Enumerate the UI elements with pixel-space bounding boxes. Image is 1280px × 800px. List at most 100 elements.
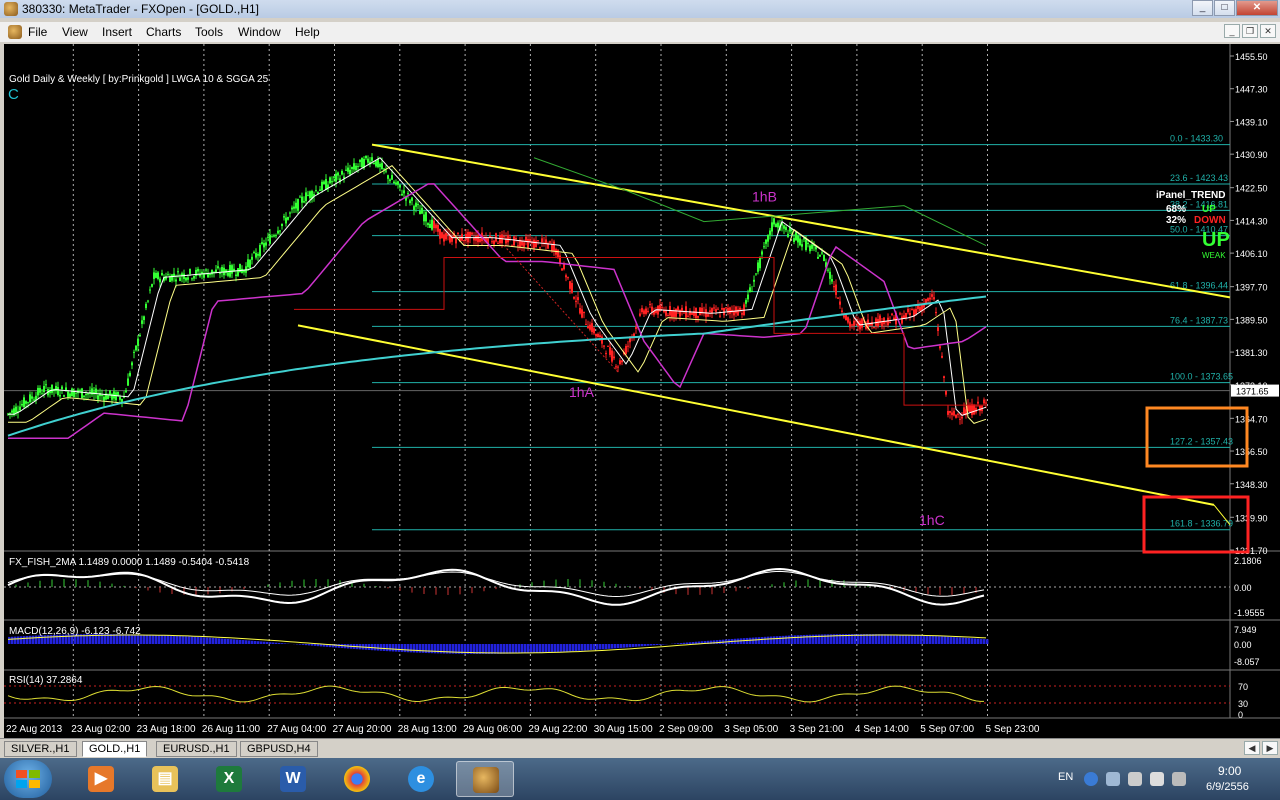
language-indicator[interactable]: EN: [1058, 771, 1073, 783]
tab-scroll-right-icon[interactable]: ▶: [1262, 741, 1278, 755]
macd-histogram-bar: [767, 636, 770, 644]
clock-time[interactable]: 9:00: [1218, 764, 1241, 778]
candle-body: [957, 413, 959, 415]
menu-view[interactable]: View: [62, 25, 88, 39]
candle-body: [295, 202, 297, 209]
chart-window[interactable]: 22 Aug 2013 23 Aug 02:00 23 Aug 18:00 26 Au…: [4, 44, 1280, 738]
candle-body: [69, 393, 71, 398]
candle-body: [197, 268, 199, 272]
child-minimize-button[interactable]: _: [1224, 24, 1240, 38]
tab-silver[interactable]: SILVER.,H1: [4, 741, 77, 757]
tab-eurusd[interactable]: EURUSD.,H1: [156, 741, 237, 757]
taskbar-internet-explorer[interactable]: e: [392, 761, 450, 797]
candle-body: [177, 271, 179, 273]
candle-body: [583, 311, 585, 314]
candle-body: [929, 297, 931, 300]
macd-histogram-bar: [917, 635, 920, 644]
candle-body: [935, 311, 937, 314]
clock-date[interactable]: 6/9/2556: [1206, 781, 1249, 793]
macd-histogram-bar: [335, 644, 338, 648]
candle-body: [675, 308, 677, 317]
candle-body: [645, 308, 647, 314]
close-button[interactable]: ✕: [1236, 0, 1278, 16]
rsi-axis-label: 70: [1238, 682, 1248, 692]
help-icon[interactable]: [1084, 772, 1098, 786]
price-chart[interactable]: 22 Aug 2013 23 Aug 02:00 23 Aug 18:00 26 Au…: [4, 44, 1280, 738]
taskbar-file-explorer[interactable]: ▤: [136, 761, 194, 797]
taskbar-excel[interactable]: X: [200, 761, 258, 797]
macd-histogram-bar: [428, 644, 431, 654]
candle-body: [593, 328, 595, 334]
candle-body: [955, 414, 957, 418]
media-player-icon: ▶: [88, 766, 114, 792]
taskbar-word[interactable]: W: [264, 761, 322, 797]
menu-window[interactable]: Window: [238, 25, 281, 39]
candle-body: [615, 366, 617, 368]
taskbar-chrome[interactable]: [328, 761, 386, 797]
candle-body: [757, 262, 759, 272]
candle-body: [833, 286, 835, 288]
macd-histogram-bar: [20, 636, 23, 644]
tab-scroll-left-icon[interactable]: ◀: [1244, 741, 1260, 755]
candle-body: [465, 233, 467, 241]
ipanel-big-up: UP: [1202, 229, 1230, 251]
candle-body: [607, 345, 609, 347]
macd-histogram-bar: [437, 644, 440, 654]
menu-insert[interactable]: Insert: [102, 25, 132, 39]
macd-histogram-bar: [890, 634, 893, 644]
child-restore-button[interactable]: ❐: [1242, 24, 1258, 38]
macd-histogram-bar: [788, 635, 791, 644]
macd-histogram-bar: [251, 640, 254, 644]
tab-gold[interactable]: GOLD.,H1: [82, 741, 148, 757]
macd-histogram-bar: [581, 644, 584, 651]
keyboard-icon[interactable]: [1106, 772, 1120, 786]
macd-histogram-bar: [209, 637, 212, 644]
minimize-button[interactable]: _: [1192, 0, 1213, 16]
macd-histogram-bar: [374, 644, 377, 651]
macd-histogram-bar: [650, 644, 653, 646]
candle-body: [613, 356, 615, 359]
candle-body: [425, 212, 427, 222]
taskbar-metatrader[interactable]: [456, 761, 514, 797]
macd-histogram-bar: [608, 644, 611, 649]
candle-body: [115, 392, 117, 401]
macd-histogram-bar: [371, 644, 374, 651]
flag-icon[interactable]: [1128, 772, 1142, 786]
macd-histogram-bar: [521, 644, 524, 654]
candle-body: [817, 256, 819, 259]
maximize-button[interactable]: □: [1214, 0, 1235, 16]
chart-window-icon[interactable]: [8, 25, 22, 39]
network-icon[interactable]: [1150, 772, 1164, 786]
candle-body: [809, 245, 811, 252]
menu-tools[interactable]: Tools: [195, 25, 223, 39]
macd-histogram-bar: [248, 640, 251, 644]
macd-histogram-bar: [539, 644, 542, 653]
fib-level-label: 23.6 - 1423.43: [1170, 173, 1228, 183]
candle-body: [491, 241, 493, 243]
macd-histogram-bar: [26, 635, 29, 644]
menu-file[interactable]: File: [28, 25, 47, 39]
menu-charts[interactable]: Charts: [146, 25, 181, 39]
taskbar-media-player[interactable]: ▶: [72, 761, 130, 797]
title-bar: 380330: MetaTrader - FXOpen - [GOLD.,H1]…: [0, 0, 1280, 18]
candle-body: [475, 236, 477, 241]
candle-body: [39, 387, 41, 393]
macd-histogram-bar: [173, 635, 176, 644]
candle-body: [211, 269, 213, 275]
menu-help[interactable]: Help: [295, 25, 320, 39]
candle-body: [723, 307, 725, 316]
candle-body: [23, 397, 25, 408]
candle-body: [587, 326, 589, 329]
start-button[interactable]: [4, 760, 52, 798]
tab-gbpusd[interactable]: GBPUSD,H4: [240, 741, 318, 757]
candle-body: [579, 308, 581, 314]
candle-body: [429, 223, 431, 228]
child-close-button[interactable]: ✕: [1260, 24, 1276, 38]
candle-body: [179, 277, 181, 281]
volume-icon[interactable]: [1172, 772, 1186, 786]
candle-body: [161, 272, 163, 276]
macd-histogram-bar: [794, 635, 797, 644]
price-axis-label: 1430.90: [1235, 150, 1268, 160]
candle-body: [331, 181, 333, 183]
metatrader-app-icon: [4, 2, 18, 16]
